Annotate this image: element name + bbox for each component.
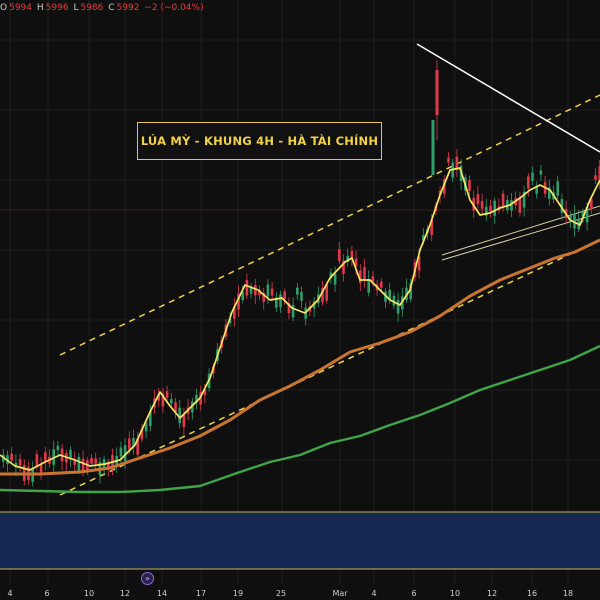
candle-body <box>493 200 496 216</box>
candle-body <box>283 291 286 300</box>
candle-body <box>489 205 492 212</box>
x-tick-label: 4 <box>371 589 376 598</box>
candle-body <box>77 456 81 471</box>
candle-body <box>300 291 303 301</box>
candle-body <box>350 250 354 258</box>
high-label: H <box>36 3 44 13</box>
candle-body <box>338 249 341 262</box>
x-tick-label: 10 <box>450 589 460 598</box>
spike-body <box>435 70 439 115</box>
candle-body <box>380 281 383 288</box>
chart-title-text: LÚA MỲ - KHUNG 4H - HÀ TÀI CHÍNH <box>140 134 379 148</box>
x-tick-label: 16 <box>527 589 537 598</box>
candle-body <box>270 288 274 296</box>
x-tick-label: 17 <box>196 589 206 598</box>
candle-body <box>539 170 543 175</box>
x-tick-label: 10 <box>84 589 94 598</box>
chart-background <box>0 0 600 600</box>
x-tick-label: 14 <box>157 589 167 598</box>
candle-body <box>363 266 366 280</box>
candle-body <box>333 273 337 285</box>
candle-body <box>182 414 186 428</box>
x-tick-label: 25 <box>276 589 286 598</box>
change-value: −2 (−0.04%) <box>144 3 204 13</box>
candle-body <box>170 398 173 404</box>
open-value: 5994 <box>9 3 32 13</box>
x-tick-label: 12 <box>120 589 130 598</box>
low-value: 5986 <box>80 3 104 13</box>
chart-area[interactable]: 4 6 10 12 14 17 19 25 Mar 4 6 10 12 16 18 <box>0 0 600 600</box>
candle-body <box>531 172 534 181</box>
high-value: 5996 <box>45 3 69 13</box>
low-label: L <box>73 3 79 13</box>
candle-body <box>56 445 60 451</box>
price-chart[interactable]: 4 6 10 12 14 17 19 25 Mar 4 6 10 12 16 18 <box>0 0 600 600</box>
x-tick-label: 4 <box>7 589 12 598</box>
x-tick-label: 19 <box>233 589 243 598</box>
candle-body <box>128 438 131 450</box>
candle-body <box>501 193 505 207</box>
candle-body <box>291 305 295 318</box>
candle-body <box>468 180 471 191</box>
x-tick-label: 12 <box>487 589 497 598</box>
candle-body <box>594 175 597 180</box>
candle-body <box>266 284 270 297</box>
open-label: O <box>0 3 8 13</box>
candle-body <box>367 279 370 293</box>
candle-body <box>556 181 559 196</box>
candle-body <box>296 287 299 295</box>
close-label: C <box>108 3 115 13</box>
x-tick-label: 6 <box>44 589 49 598</box>
candle-body <box>480 201 484 209</box>
candle-body <box>165 391 169 398</box>
x-tick-label: 6 <box>411 589 416 598</box>
x-tick-label: 18 <box>563 589 573 598</box>
candle-body <box>476 194 480 205</box>
ohlc-readout: O 5994 H 5996 L 5986 C 5992 −2 (−0.04%) <box>0 3 206 13</box>
x-tick-label: Mar <box>332 589 348 598</box>
candle-body <box>279 294 282 308</box>
candle-body <box>90 457 93 464</box>
jump-to-date-icon[interactable]: » <box>141 572 154 585</box>
candle-body <box>447 157 450 163</box>
candle-body <box>396 300 400 314</box>
chart-title-box: LÚA MỲ - KHUNG 4H - HÀ TÀI CHÍNH <box>137 122 382 160</box>
support-zone <box>0 511 600 570</box>
candle-body <box>94 458 97 464</box>
candle-body <box>527 176 530 189</box>
candle-body <box>10 453 13 461</box>
candle-body <box>245 280 249 296</box>
candle-body <box>35 454 39 467</box>
spike-body-up <box>431 120 435 175</box>
candle-body <box>119 447 123 457</box>
candle-body <box>18 459 22 466</box>
close-value: 5992 <box>116 3 140 13</box>
